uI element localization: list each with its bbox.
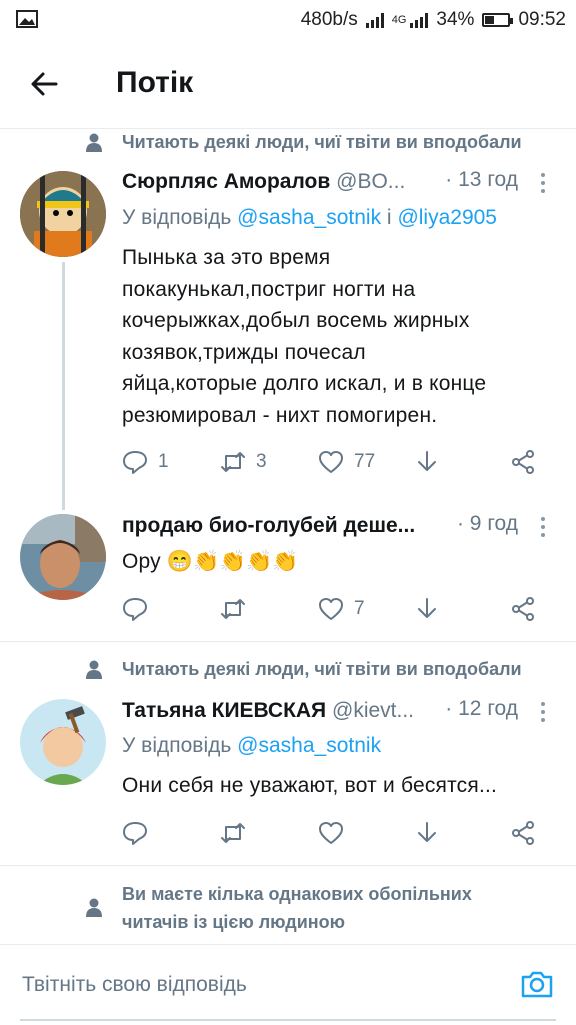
avatar-image xyxy=(20,171,106,257)
status-bar: 480b/s 4G 34% 09:52 xyxy=(0,0,576,40)
tweet-text: Ору 😁👏👏👏👏 xyxy=(122,550,299,573)
share-button[interactable] xyxy=(510,447,536,477)
gallery-notification-icon xyxy=(16,10,38,28)
download-arrow-icon xyxy=(418,451,436,471)
like-button[interactable]: 7 xyxy=(318,594,365,624)
signal-icon-2 xyxy=(410,12,429,28)
tweet-time: · 9 год xyxy=(456,512,518,535)
retweet-button[interactable] xyxy=(220,818,256,848)
retweet-button[interactable]: 3 xyxy=(220,447,267,477)
like-button[interactable] xyxy=(318,818,354,848)
battery-icon xyxy=(482,13,514,27)
reply-button[interactable] xyxy=(122,818,158,848)
context-label-mutual: Ви маєте кілька однакових обопільних чит… xyxy=(122,884,472,932)
avatar-image xyxy=(20,514,106,600)
tweet-header: Татьяна КИЕВСКАЯ @kievt... xyxy=(122,697,426,725)
reply-icon xyxy=(123,822,147,845)
tweet-actions: 7 xyxy=(122,594,542,624)
app-header: Потік xyxy=(0,40,576,129)
person-icon xyxy=(86,133,102,152)
share-down-button[interactable] xyxy=(414,447,440,477)
back-arrow-icon[interactable] xyxy=(24,64,64,104)
tweet-text: Пынька за это время покакунькал,постриг … xyxy=(122,246,487,427)
share-icon xyxy=(512,450,534,474)
share-icon xyxy=(512,597,534,621)
context-label-liked: Читають деякі люди, чиї твіти ви вподоба… xyxy=(122,659,522,679)
person-icon xyxy=(86,898,102,917)
mention-link[interactable]: @sasha_sotnik xyxy=(237,206,381,229)
heart-icon xyxy=(319,598,343,620)
camera-icon[interactable] xyxy=(520,967,554,1001)
retweet-icon xyxy=(221,823,245,843)
share-icon xyxy=(512,821,534,845)
reply-input[interactable]: Твітніть свою відповідь xyxy=(22,973,247,997)
avatar[interactable] xyxy=(20,514,106,600)
share-down-button[interactable] xyxy=(414,594,440,624)
avatar[interactable] xyxy=(20,171,106,257)
divider xyxy=(0,865,576,866)
avatar-image xyxy=(20,699,106,785)
tweet-header: продаю био-голубей деше... xyxy=(122,512,436,540)
page-title: Потік xyxy=(116,66,194,99)
mention-link[interactable]: @liya2905 xyxy=(397,206,497,229)
tweet-actions: 1 3 77 xyxy=(122,447,542,477)
signal-icon xyxy=(365,12,384,28)
person-icon xyxy=(86,660,102,679)
retweet-button[interactable] xyxy=(220,594,256,624)
divider xyxy=(0,641,576,642)
author-handle[interactable]: @kievt... xyxy=(332,699,414,722)
thread-connector xyxy=(62,262,65,510)
tweet-text: Они себя не уважают, вот и бесятся... xyxy=(122,774,498,797)
more-options-icon[interactable] xyxy=(540,701,546,723)
share-button[interactable] xyxy=(510,818,536,848)
tweet-header: Сюрпляс Аморалов @BO... xyxy=(122,168,406,196)
download-arrow-icon xyxy=(418,822,436,842)
retweet-icon xyxy=(221,452,245,472)
retweet-icon xyxy=(221,599,245,619)
avatar[interactable] xyxy=(20,699,106,785)
author-name[interactable]: Татьяна КИЕВСКАЯ xyxy=(122,699,326,722)
tweet-time: · 13 год xyxy=(445,168,518,191)
reply-icon xyxy=(123,598,147,621)
download-arrow-icon xyxy=(418,598,436,618)
context-label-liked: Читають деякі люди, чиї твіти ви вподоба… xyxy=(122,132,522,152)
clock: 09:52 xyxy=(518,9,566,30)
reply-composer[interactable]: Твітніть свою відповідь xyxy=(0,944,576,1025)
mention-link[interactable]: @sasha_sotnik xyxy=(237,734,381,757)
battery-percent: 34% xyxy=(436,9,475,30)
tweet-actions xyxy=(122,818,542,848)
like-button[interactable]: 77 xyxy=(318,447,375,477)
replying-to: У відповідь @sasha_sotnik і @liya2905 xyxy=(122,206,497,229)
reply-button[interactable]: 1 xyxy=(122,447,169,477)
reply-button[interactable] xyxy=(122,594,158,624)
reply-icon xyxy=(123,451,147,474)
share-down-button[interactable] xyxy=(414,818,440,848)
author-handle[interactable]: @BO... xyxy=(336,170,405,193)
network-type: 4G xyxy=(391,14,407,26)
share-button[interactable] xyxy=(510,594,536,624)
more-options-icon[interactable] xyxy=(540,516,546,538)
author-name[interactable]: продаю био-голубей деше... xyxy=(122,514,415,537)
heart-icon xyxy=(319,822,343,844)
more-options-icon[interactable] xyxy=(540,172,546,194)
author-name[interactable]: Сюрпляс Аморалов xyxy=(122,170,330,193)
input-underline xyxy=(20,1019,556,1021)
tweet-time: · 12 год xyxy=(445,697,518,720)
heart-icon xyxy=(319,451,343,473)
replying-to: У відповідь @sasha_sotnik xyxy=(122,734,382,757)
network-speed: 480b/s xyxy=(300,9,358,30)
